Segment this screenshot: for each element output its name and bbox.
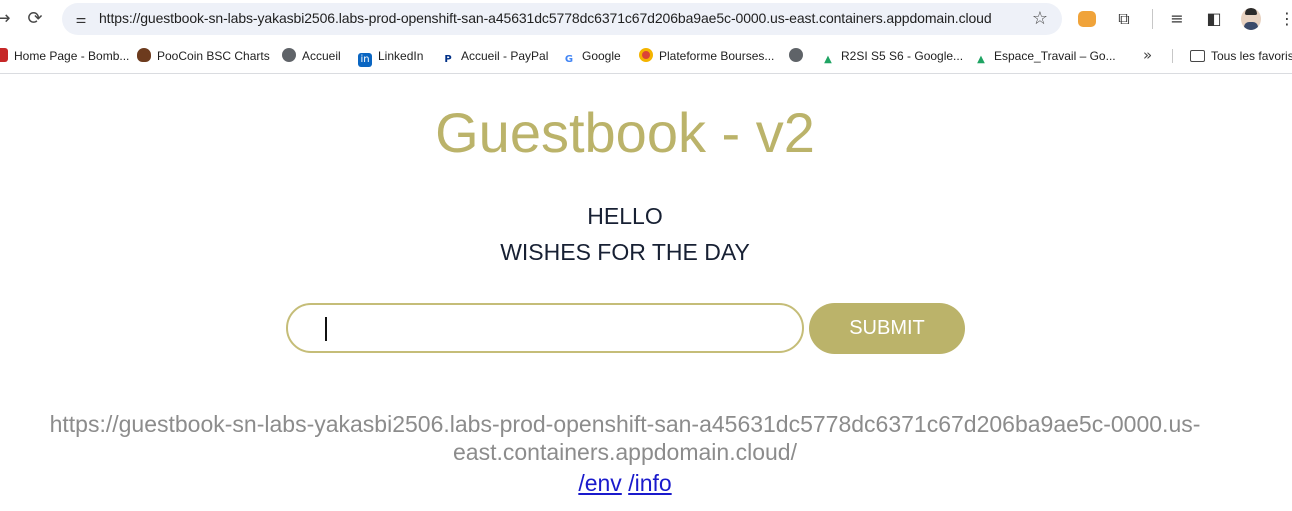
bookmark-label: Accueil - PayPal — [461, 49, 549, 63]
arrow-right-icon[interactable]: → — [0, 8, 14, 30]
fox-icon[interactable] — [1078, 11, 1096, 27]
star-icon[interactable]: ☆ — [1032, 8, 1048, 29]
poocoin-icon — [137, 48, 151, 62]
bookmarks-divider — [1172, 49, 1173, 63]
host-url-line: https://guestbook-sn-labs-yakasbi2506.la… — [49, 411, 1201, 437]
bookmark-item[interactable] — [789, 48, 809, 64]
url-text[interactable]: https://guestbook-sn-labs-yakasbi2506.la… — [99, 10, 992, 26]
avatar[interactable] — [1241, 8, 1261, 30]
text-caret — [325, 317, 327, 341]
host-url-line: east.containers.appdomain.cloud/ — [453, 439, 797, 465]
bookmark-label: Google — [582, 49, 621, 63]
puzzle-icon[interactable]: ⧉ — [1113, 8, 1135, 30]
bookmark-label: Tous les favoris — [1211, 49, 1292, 63]
kebab-menu-icon[interactable]: ⋮ — [1276, 8, 1292, 30]
guestbook-entry: HELLO — [587, 203, 663, 229]
bookmark-item[interactable]: P Accueil - PayPal — [441, 48, 549, 65]
bookmark-label: PooCoin BSC Charts — [157, 49, 270, 63]
bookmark-item[interactable]: G Google — [562, 48, 621, 65]
guestbook-message-input[interactable] — [286, 303, 804, 353]
host-url: https://guestbook-sn-labs-yakasbi2506.la… — [0, 410, 1250, 466]
all-bookmarks-folder[interactable]: Tous les favoris — [1190, 48, 1292, 64]
side-panel-icon[interactable]: ◧ — [1203, 8, 1225, 30]
address-bar[interactable]: ⚌ https://guestbook-sn-labs-yakasbi2506.… — [62, 3, 1062, 35]
drive-icon: ▲ — [824, 54, 832, 65]
bookmark-item[interactable]: ▲ R2SI S5 S6 - Google... — [821, 48, 964, 65]
globe-icon — [789, 48, 803, 62]
bookmark-item[interactable]: Accueil — [282, 48, 341, 64]
bookmark-item[interactable]: ▲ Espace_Travail – Go... — [974, 48, 1116, 65]
bookmark-label: R2SI S5 S6 - Google... — [841, 49, 964, 63]
google-icon: G — [564, 54, 574, 65]
chevron-more-icon[interactable]: » — [1143, 46, 1152, 64]
info-link[interactable]: /info — [628, 470, 671, 496]
bookmark-label: LinkedIn — [378, 49, 424, 63]
bookmarks-bar: Home Page - Bomb... PooCoin BSC Charts A… — [0, 38, 1292, 74]
bookmark-label: Plateforme Bourses... — [659, 49, 775, 63]
red-square-icon — [0, 48, 8, 62]
env-link[interactable]: /env — [578, 470, 621, 496]
bookmark-item[interactable]: in LinkedIn — [358, 48, 424, 67]
page-title: Guestbook - v2 — [435, 101, 815, 164]
bookmark-label: Espace_Travail – Go... — [994, 49, 1116, 63]
drive-icon: ▲ — [977, 54, 985, 65]
submit-button[interactable]: SUBMIT — [809, 303, 965, 354]
guestbook-entry: WISHES FOR THE DAY — [500, 239, 750, 265]
playlist-icon[interactable]: ≡ — [1166, 8, 1188, 30]
chrome-icon — [639, 48, 653, 62]
browser-toolbar: → ⟳ ⚌ https://guestbook-sn-labs-yakasbi2… — [0, 0, 1292, 38]
bookmark-item[interactable]: PooCoin BSC Charts — [137, 48, 270, 64]
linkedin-icon: in — [358, 53, 372, 67]
folder-icon — [1190, 50, 1205, 62]
bookmark-item[interactable]: Plateforme Bourses... — [639, 48, 774, 64]
reload-icon[interactable]: ⟳ — [24, 8, 46, 30]
paypal-icon: P — [444, 54, 452, 65]
globe-icon — [282, 48, 296, 62]
tune-icon[interactable]: ⚌ — [72, 10, 90, 28]
toolbar-divider — [1152, 9, 1153, 29]
bookmark-label: Home Page - Bomb... — [14, 49, 130, 63]
info-links: /env /info — [0, 470, 1250, 497]
bookmark-item[interactable]: Home Page - Bomb... — [0, 48, 129, 64]
bookmark-label: Accueil — [302, 49, 341, 63]
